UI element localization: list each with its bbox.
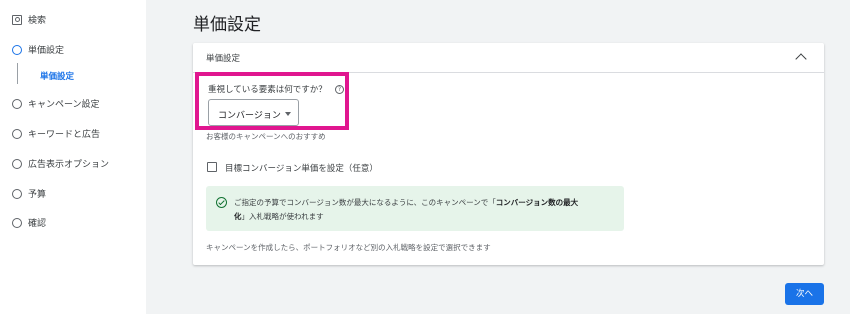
sidebar-item-bidding[interactable]: 単価設定	[12, 43, 64, 56]
step-circle-icon	[12, 128, 22, 139]
page-title: 単価設定	[193, 15, 261, 35]
sidebar-item-search[interactable]: 検索	[12, 13, 46, 26]
sidebar-item-keywords-ads[interactable]: キーワードと広告	[12, 127, 100, 140]
sidebar-item-ad-extensions[interactable]: 広告表示オプション	[12, 157, 109, 170]
target-cpa-checkbox[interactable]	[207, 162, 217, 172]
info-text: 」入札戦略が使われます	[241, 212, 324, 221]
sidebar-item-label: 検索	[28, 16, 47, 26]
dropdown-arrow-icon	[285, 112, 291, 116]
sidebar-item-label: 予算	[28, 190, 47, 200]
sidebar-item-label: キャンペーン設定	[28, 100, 100, 110]
search-icon	[12, 14, 22, 25]
sidebar-item-label: 広告表示オプション	[28, 160, 110, 170]
info-box: ご指定の予算でコンバージョン数が最大になるように、このキャンペーンで「コンバージ…	[206, 186, 624, 231]
check-circle-icon	[216, 197, 227, 208]
chevron-up-icon[interactable]	[795, 53, 807, 65]
sidebar-item-campaign-settings[interactable]: キャンペーン設定	[12, 97, 100, 110]
step-circle-icon	[12, 158, 22, 169]
sidebar-subitem-bidding[interactable]: 単価設定	[40, 70, 74, 82]
step-circle-icon	[12, 44, 22, 55]
step-circle-icon	[12, 98, 22, 109]
info-text-line2: 化」入札戦略が使われます	[234, 211, 324, 222]
help-icon[interactable]: ?	[335, 85, 344, 94]
dropdown-value: コンバージョン	[218, 111, 281, 121]
bidding-card: 単価設定 重視している要素は何ですか？ ? コンバージョン お客様のキャンペーン…	[193, 43, 824, 265]
sidebar-item-label: 確認	[28, 219, 47, 229]
sidebar-item-budget[interactable]: 予算	[12, 187, 46, 200]
focus-dropdown[interactable]: コンバージョン	[208, 99, 299, 126]
step-circle-icon	[12, 217, 22, 228]
recommendation-text: お客様のキャンペーンへのおすすめ	[206, 132, 326, 141]
focus-question-label: 重視している要素は何ですか？	[208, 85, 327, 95]
info-text: ご指定の予算でコンバージョン数が最大になるように、このキャンペーンで「	[234, 198, 496, 207]
next-button[interactable]: 次へ	[785, 283, 824, 305]
footer-note: キャンペーンを作成したら、ポートフォリオなど別の入札戦略を設定で選択できます	[206, 243, 491, 252]
card-title: 単価設定	[206, 54, 241, 64]
sidebar-item-label: キーワードと広告	[28, 130, 101, 140]
step-circle-icon	[12, 188, 22, 199]
sidebar: 検索 単価設定 単価設定 キャンペーン設定 キーワードと広告 広告表示オプション…	[0, 0, 146, 314]
sidebar-item-label: 単価設定	[28, 46, 65, 56]
sub-nav-line	[17, 63, 18, 84]
info-text-line1: ご指定の予算でコンバージョン数が最大になるように、このキャンペーンで「コンバージ…	[234, 197, 578, 208]
info-strategy-name: 化	[234, 212, 242, 221]
target-cpa-label[interactable]: 目標コンバージョン単価を設定（任意）	[225, 162, 378, 174]
info-strategy-name: コンバージョン数の最大	[495, 198, 579, 207]
sidebar-item-review[interactable]: 確認	[12, 216, 46, 229]
card-header[interactable]: 単価設定	[193, 43, 824, 73]
